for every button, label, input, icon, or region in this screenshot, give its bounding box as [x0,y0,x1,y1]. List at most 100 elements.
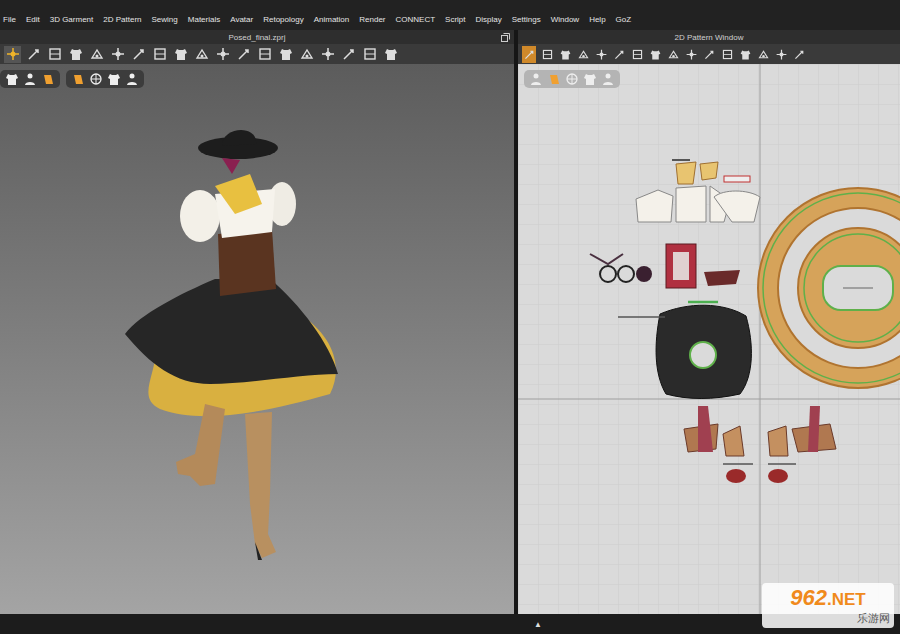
tool-icon[interactable] [541,48,554,61]
tool-button[interactable] [702,46,716,63]
quick-tool-icon[interactable] [5,72,19,86]
tool-button[interactable] [756,46,770,63]
quick-tool-button[interactable] [565,72,579,86]
tool-button[interactable] [612,46,626,63]
tool-button[interactable] [25,46,42,63]
tool-button[interactable] [298,46,315,63]
tool-button[interactable] [46,46,63,63]
tool-button[interactable] [738,46,752,63]
tool-button[interactable] [630,46,644,63]
tool-icon[interactable] [236,46,252,62]
tool-icon[interactable] [173,46,189,62]
tool-button[interactable] [193,46,210,63]
quick-tool-icon[interactable] [565,72,579,86]
quick-tool-icon[interactable] [529,72,543,86]
tool-icon[interactable] [793,48,806,61]
tool-icon[interactable] [89,46,105,62]
pattern-board[interactable] [518,64,900,614]
menu-item[interactable]: Render [359,15,385,24]
tool-icon[interactable] [775,48,788,61]
quick-tool-button[interactable] [5,72,19,86]
menu-item[interactable]: Animation [314,15,350,24]
menu-item[interactable]: Materials [188,15,220,24]
quick-tool-button[interactable] [41,72,55,86]
tool-icon[interactable] [341,46,357,62]
quick-tool-icon[interactable] [41,72,55,86]
menu-item[interactable]: Avatar [230,15,253,24]
tool-button[interactable] [88,46,105,63]
menu-item[interactable]: Retopology [263,15,303,24]
tool-icon[interactable] [721,48,734,61]
tool-icon[interactable] [703,48,716,61]
tool-icon[interactable] [523,48,536,61]
skirt-ring-piece[interactable] [758,188,900,388]
tool-icon[interactable] [68,46,84,62]
quick-tool-button[interactable] [107,72,121,86]
tool-button[interactable] [648,46,662,63]
tool-button[interactable] [774,46,788,63]
tool-icon[interactable] [194,46,210,62]
tool-icon[interactable] [362,46,378,62]
tool-icon[interactable] [5,46,21,62]
tool-button[interactable] [792,46,806,63]
blouse-pieces[interactable] [636,160,760,222]
menu-item[interactable]: CONNECT [396,15,436,24]
tool-button[interactable] [319,46,336,63]
quick-tool-button[interactable] [125,72,139,86]
boot-pieces[interactable] [684,406,836,483]
tool-icon[interactable] [320,46,336,62]
tool-button[interactable] [172,46,189,63]
3d-canvas[interactable] [0,64,514,614]
menu-item[interactable]: GoZ [616,15,632,24]
corset-pieces[interactable] [590,244,740,288]
tool-icon[interactable] [26,46,42,62]
panel-toggle[interactable]: ▲ [534,620,542,629]
tool-button[interactable] [382,46,399,63]
avatar-render[interactable] [0,64,514,614]
menu-item[interactable]: File [3,15,16,24]
tool-button[interactable] [67,46,84,63]
tool-button[interactable] [277,46,294,63]
tool-button[interactable] [720,46,734,63]
tool-icon[interactable] [559,48,572,61]
quick-tool-button[interactable] [601,72,615,86]
quick-tool-button[interactable] [529,72,543,86]
quick-tool-icon[interactable] [107,72,121,86]
tool-icon[interactable] [383,46,399,62]
tool-button[interactable] [576,46,590,63]
menu-item[interactable]: 3D Garment [50,15,94,24]
tool-icon[interactable] [47,46,63,62]
quick-tool-icon[interactable] [23,72,37,86]
quick-tool-button[interactable] [547,72,561,86]
overskirt-piece[interactable] [618,302,751,399]
tool-icon[interactable] [595,48,608,61]
tool-button[interactable] [235,46,252,63]
quick-tool-button[interactable] [583,72,597,86]
tool-icon[interactable] [131,46,147,62]
menu-item[interactable]: 2D Pattern [103,15,141,24]
tool-button[interactable] [214,46,231,63]
tool-button[interactable] [361,46,378,63]
quick-tool-icon[interactable] [547,72,561,86]
quick-tool-icon[interactable] [89,72,103,86]
tool-icon[interactable] [667,48,680,61]
menu-item[interactable]: Sewing [152,15,178,24]
quick-tool-icon[interactable] [71,72,85,86]
tool-icon[interactable] [631,48,644,61]
tool-button[interactable] [666,46,680,63]
tool-icon[interactable] [257,46,273,62]
quick-tool-button[interactable] [23,72,37,86]
tool-icon[interactable] [577,48,590,61]
quick-tool-icon[interactable] [125,72,139,86]
tool-button[interactable] [540,46,554,63]
tool-icon[interactable] [110,46,126,62]
2d-canvas[interactable] [518,64,900,614]
quick-tool-icon[interactable] [583,72,597,86]
tool-button[interactable] [4,46,21,63]
tool-button[interactable] [522,46,536,63]
tool-button[interactable] [151,46,168,63]
menu-item[interactable]: Display [476,15,502,24]
tool-icon[interactable] [739,48,752,61]
tool-icon[interactable] [649,48,662,61]
tool-button[interactable] [109,46,126,63]
